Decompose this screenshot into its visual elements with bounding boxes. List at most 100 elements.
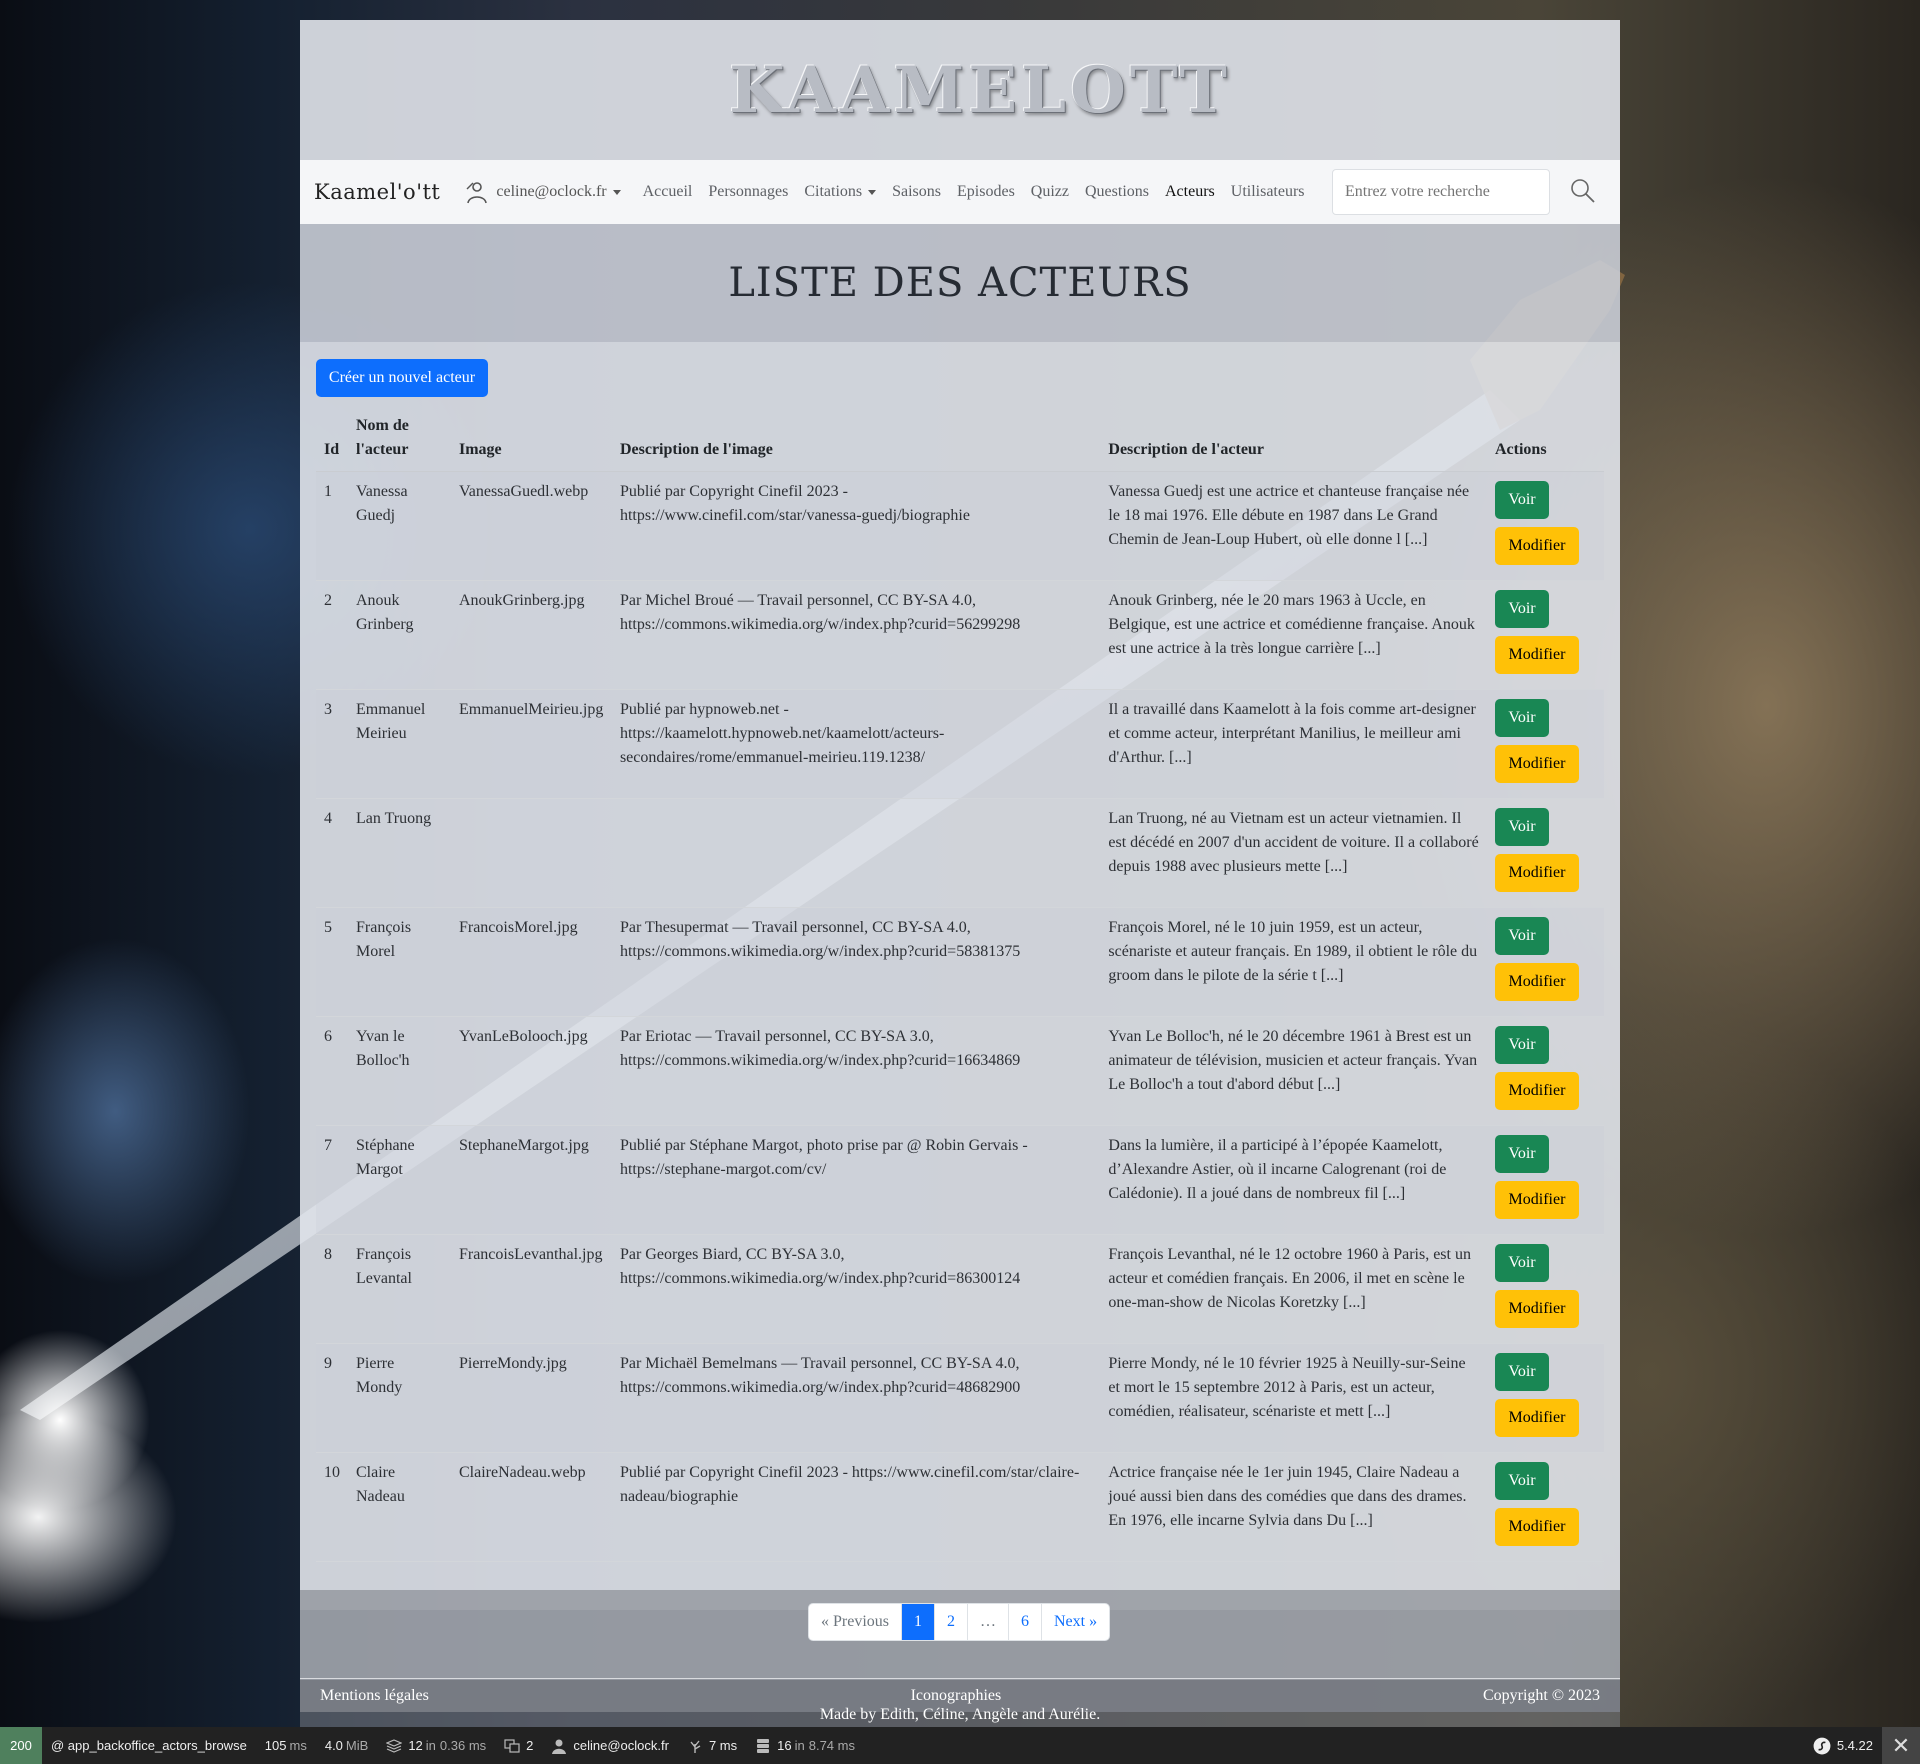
cell-actions: Voir Modifier bbox=[1486, 1234, 1604, 1344]
cell-id: 1 bbox=[316, 471, 348, 581]
db-in: in bbox=[794, 1738, 805, 1753]
nav-link-acteurs[interactable]: Acteurs bbox=[1157, 183, 1223, 201]
nav-link-episodes[interactable]: Episodes bbox=[949, 183, 1023, 201]
cell-actions: Voir Modifier bbox=[1486, 907, 1604, 1017]
memory-unit: MiB bbox=[345, 1738, 369, 1753]
cell-image-filename: StephaneMargot.jpg bbox=[450, 1125, 612, 1235]
cell-image-filename bbox=[450, 798, 612, 908]
nav-link-questions[interactable]: Questions bbox=[1077, 183, 1157, 201]
symfony-icon bbox=[1813, 1737, 1831, 1754]
memory-usage[interactable]: 4.0 MiB bbox=[316, 1727, 377, 1764]
nav-link-personnages[interactable]: Personnages bbox=[700, 183, 796, 201]
toolbar-user: celine@oclock.fr bbox=[573, 1738, 669, 1753]
status-code[interactable]: 200 bbox=[0, 1727, 42, 1764]
chevron-down-icon bbox=[868, 189, 877, 195]
table-row: 3 Emmanuel Meirieu EmmanuelMeirieu.jpg Publ… bbox=[316, 689, 1604, 799]
edit-button[interactable]: Modifier bbox=[1494, 527, 1579, 565]
edit-button[interactable]: Modifier bbox=[1494, 1290, 1579, 1328]
symfony-version[interactable]: 5.4.22 bbox=[1804, 1727, 1882, 1764]
forms-in: in bbox=[425, 1738, 436, 1753]
database-panel[interactable]: 16 in 8.74 ms bbox=[746, 1727, 864, 1764]
close-icon[interactable]: ✕ bbox=[1882, 1727, 1920, 1764]
translations-panel[interactable]: 2 bbox=[495, 1727, 542, 1764]
edit-button[interactable]: Modifier bbox=[1494, 1181, 1579, 1219]
nav-link-quizz[interactable]: Quizz bbox=[1023, 183, 1077, 201]
request-time[interactable]: 105 ms bbox=[256, 1727, 316, 1764]
search-input[interactable] bbox=[1332, 169, 1550, 215]
translation-icon bbox=[504, 1738, 520, 1753]
pagination-page-6[interactable]: 6 bbox=[1008, 1604, 1041, 1640]
symfony-version-text: 5.4.22 bbox=[1836, 1738, 1873, 1753]
cell-id: 9 bbox=[316, 1343, 348, 1453]
twig-panel[interactable]: 7 ms bbox=[678, 1727, 746, 1764]
view-button[interactable]: Voir bbox=[1494, 1026, 1549, 1064]
cell-image-description: Par Michel Broué — Travail personnel, CC… bbox=[611, 580, 1101, 690]
cell-id: 7 bbox=[316, 1125, 348, 1235]
view-button[interactable]: Voir bbox=[1494, 808, 1549, 846]
view-button[interactable]: Voir bbox=[1494, 699, 1549, 737]
footer-iconographies-link[interactable]: Iconographies bbox=[911, 1687, 1002, 1705]
cell-image-filename: EmmanuelMeirieu.jpg bbox=[450, 689, 612, 799]
nav-link-citations[interactable]: Citations bbox=[796, 183, 884, 201]
pagination: « Previous 1 2 … 6 Next » bbox=[808, 1603, 1111, 1641]
nav-link-saisons[interactable]: Saisons bbox=[884, 183, 949, 201]
security-panel[interactable]: celine@oclock.fr bbox=[542, 1727, 678, 1764]
user-dropdown[interactable]: celine@oclock.fr bbox=[464, 179, 621, 205]
pagination-ellipsis: … bbox=[967, 1604, 1008, 1640]
pagination-next[interactable]: Next » bbox=[1041, 1604, 1109, 1640]
forms-panel[interactable]: 12 in 0.36 ms bbox=[377, 1727, 495, 1764]
view-button[interactable]: Voir bbox=[1494, 1462, 1549, 1500]
view-button[interactable]: Voir bbox=[1494, 1353, 1549, 1391]
table-row: 5 François Morel FrancoisMorel.jpg Par Thes… bbox=[316, 907, 1604, 1017]
forms-time: 0.36 ms bbox=[439, 1738, 487, 1753]
cell-image-description: Publié par Copyright Cinefil 2023 - http… bbox=[611, 1452, 1101, 1562]
db-count: 16 bbox=[777, 1738, 792, 1753]
cell-actor-name: Vanessa Guedj bbox=[348, 471, 451, 581]
edit-button[interactable]: Modifier bbox=[1494, 745, 1579, 783]
cell-image-description: Par Thesupermat — Travail personnel, CC … bbox=[611, 907, 1101, 1017]
cell-actor-description: Il a travaillé dans Kaamelott à la fois … bbox=[1100, 689, 1487, 799]
cell-actor-name: Yvan le Bolloc'h bbox=[348, 1016, 451, 1126]
edit-button[interactable]: Modifier bbox=[1494, 963, 1579, 1001]
cell-image-description: Publié par Stéphane Margot, photo prise … bbox=[611, 1125, 1101, 1235]
memory-value: 4.0 bbox=[324, 1738, 343, 1753]
view-button[interactable]: Voir bbox=[1494, 1135, 1549, 1173]
header-actor-description: Description de l'acteur bbox=[1100, 406, 1487, 472]
translations-count: 2 bbox=[526, 1738, 534, 1753]
nav-brand-link[interactable]: Kaamel'o'tt bbox=[314, 180, 440, 204]
edit-button[interactable]: Modifier bbox=[1494, 636, 1579, 674]
cell-image-description bbox=[611, 798, 1101, 908]
view-button[interactable]: Voir bbox=[1494, 590, 1549, 628]
header-name: Nom de l'acteur bbox=[348, 406, 451, 472]
nav-link-citations-label: Citations bbox=[804, 183, 863, 200]
nav-link-accueil[interactable]: Accueil bbox=[635, 183, 701, 201]
cell-actor-description: Dans la lumière, il a participé à l’épop… bbox=[1100, 1125, 1487, 1235]
cell-actor-name: Pierre Mondy bbox=[348, 1343, 451, 1453]
edit-button[interactable]: Modifier bbox=[1494, 854, 1579, 892]
create-actor-button[interactable]: Créer un nouvel acteur bbox=[316, 359, 488, 397]
view-button[interactable]: Voir bbox=[1494, 481, 1549, 519]
view-button[interactable]: Voir bbox=[1494, 917, 1549, 955]
cell-actions: Voir Modifier bbox=[1486, 471, 1604, 581]
edit-button[interactable]: Modifier bbox=[1494, 1072, 1579, 1110]
pagination-page-2[interactable]: 2 bbox=[934, 1604, 967, 1640]
table-row: 10 Claire Nadeau ClaireNadeau.webp Publié p… bbox=[316, 1452, 1604, 1562]
cell-actor-description: François Morel, né le 10 juin 1959, est … bbox=[1100, 907, 1487, 1017]
edit-button[interactable]: Modifier bbox=[1494, 1399, 1579, 1437]
view-button[interactable]: Voir bbox=[1494, 1244, 1549, 1282]
footer-divider bbox=[300, 1678, 1620, 1679]
search-icon[interactable] bbox=[1568, 176, 1598, 206]
cell-actor-name: François Morel bbox=[348, 907, 451, 1017]
edit-button[interactable]: Modifier bbox=[1494, 1508, 1579, 1546]
footer-legal-link[interactable]: Mentions légales bbox=[320, 1687, 429, 1705]
table-row: 7 Stéphane Margot StephaneMargot.jpg Publié… bbox=[316, 1125, 1604, 1235]
route-name[interactable]: @ app_backoffice_actors_browse bbox=[42, 1727, 256, 1764]
cell-actor-name: Stéphane Margot bbox=[348, 1125, 451, 1235]
nav-link-utilisateurs[interactable]: Utilisateurs bbox=[1223, 183, 1313, 201]
cell-actor-description: Vanessa Guedj est une actrice et chanteu… bbox=[1100, 471, 1487, 581]
pagination-previous: « Previous bbox=[821, 1613, 889, 1630]
cell-image-description: Publié par Copyright Cinefil 2023 - http… bbox=[611, 471, 1101, 581]
cell-image-filename: FrancoisMorel.jpg bbox=[450, 907, 612, 1017]
header-id: Id bbox=[316, 406, 348, 472]
pagination-page-1[interactable]: 1 bbox=[901, 1604, 934, 1640]
